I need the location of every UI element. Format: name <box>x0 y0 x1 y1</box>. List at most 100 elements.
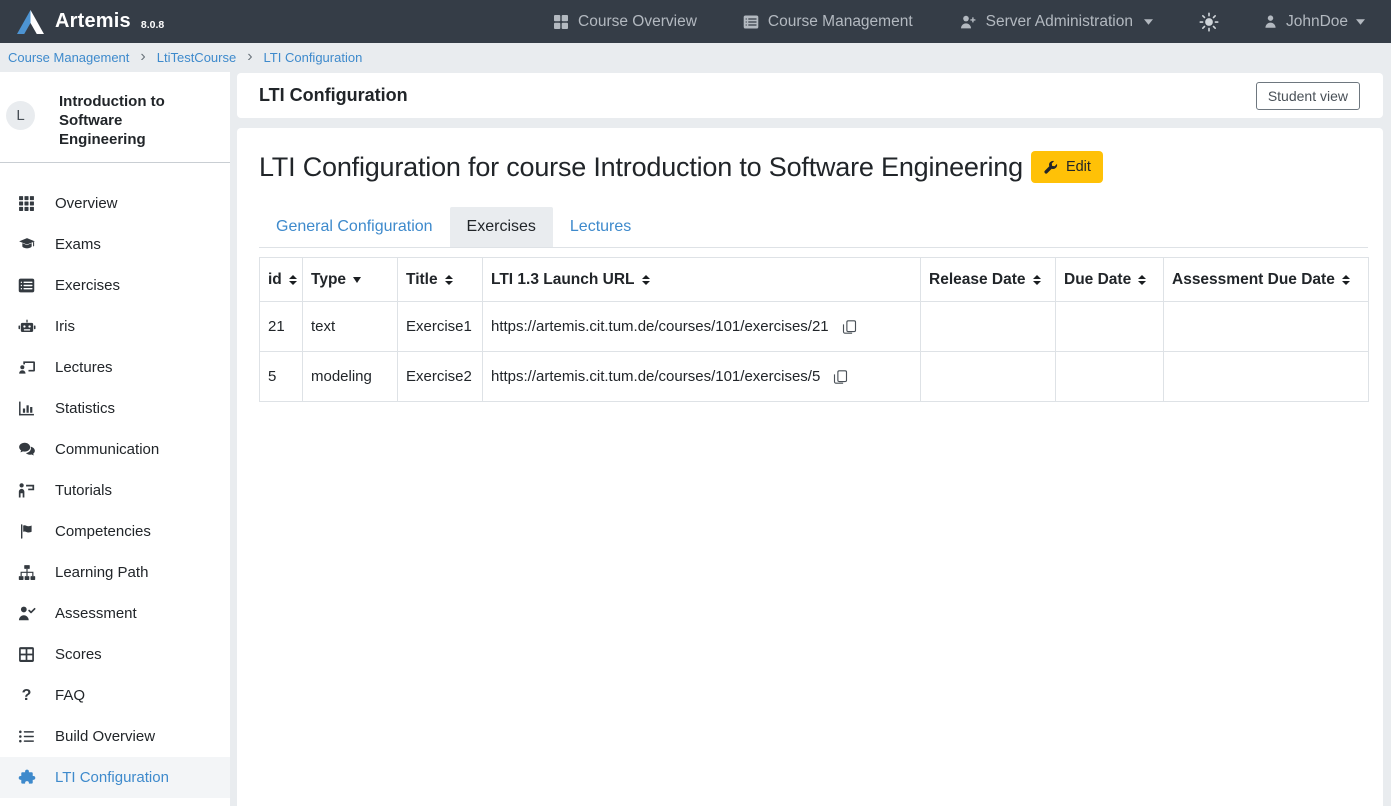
nav-label: Server Administration <box>986 13 1133 31</box>
sidebar-menu: Overview Exams Exercises <box>0 163 230 798</box>
section-heading-row: LTI Configuration for course Introductio… <box>259 151 1368 183</box>
column-label: LTI 1.3 Launch URL <box>491 271 635 289</box>
launch-url-text: https://artemis.cit.tum.de/courses/101/e… <box>491 368 820 385</box>
sidebar-item-label: Communication <box>55 441 159 458</box>
column-header-due-date[interactable]: Due Date <box>1056 258 1164 302</box>
user-name: JohnDoe <box>1286 13 1348 31</box>
sidebar-item-exercises[interactable]: Exercises <box>0 265 230 306</box>
sitemap-icon <box>16 564 37 581</box>
column-header-title[interactable]: Title <box>398 258 483 302</box>
copy-url-button[interactable] <box>842 319 857 335</box>
edit-button[interactable]: Edit <box>1031 151 1103 183</box>
graduation-cap-icon <box>16 236 37 253</box>
sidebar-item-label: Scores <box>55 646 102 663</box>
column-header-type[interactable]: Type <box>303 258 398 302</box>
sort-icon <box>1342 275 1350 285</box>
sidebar-item-label: Iris <box>55 318 75 335</box>
chart-column-icon <box>16 400 37 417</box>
sidebar-item-scores[interactable]: Scores <box>0 634 230 675</box>
flag-icon <box>16 523 37 540</box>
table-list-icon <box>16 277 37 294</box>
sidebar-item-tutorials[interactable]: Tutorials <box>0 470 230 511</box>
page-header-card: LTI Configuration Student view <box>237 73 1383 118</box>
list-ul-icon <box>16 728 37 745</box>
sidebar-item-communication[interactable]: Communication <box>0 429 230 470</box>
nav-right: JohnDoe <box>1199 12 1375 32</box>
brand-name: Artemis <box>55 10 131 33</box>
comments-icon <box>16 441 37 458</box>
sidebar-item-label: LTI Configuration <box>55 769 169 786</box>
column-label: Title <box>406 271 438 289</box>
column-header-assessment-due-date[interactable]: Assessment Due Date <box>1164 258 1369 302</box>
exercises-table: id Type Title LTI 1.3 Launch URL <box>259 257 1369 402</box>
sort-icon <box>1138 275 1146 285</box>
sidebar-item-label: Tutorials <box>55 482 112 499</box>
nav-course-overview[interactable]: Course Overview <box>553 13 697 31</box>
brand[interactable]: Artemis 8.0.8 <box>16 9 164 35</box>
cell-id: 5 <box>260 352 303 402</box>
sidebar-item-statistics[interactable]: Statistics <box>0 388 230 429</box>
column-header-release-date[interactable]: Release Date <box>921 258 1056 302</box>
nav-links: Course Overview Course Management <box>553 13 1153 31</box>
sort-icon <box>1033 275 1041 285</box>
sidebar-item-lectures[interactable]: Lectures <box>0 347 230 388</box>
caret-down-icon <box>1144 19 1153 25</box>
cell-release-date <box>921 352 1056 402</box>
sidebar-item-learning-path[interactable]: Learning Path <box>0 552 230 593</box>
table-list-icon <box>743 14 759 30</box>
lti-configuration-card: LTI Configuration for course Introductio… <box>237 128 1383 806</box>
sidebar-item-label: Lectures <box>55 359 113 376</box>
main-content: LTI Configuration Student view LTI Confi… <box>237 73 1383 806</box>
cell-release-date <box>921 302 1056 352</box>
sidebar-item-label: Exams <box>55 236 101 253</box>
user-icon <box>1263 14 1278 29</box>
person-chalkboard-icon <box>16 482 37 499</box>
sort-icon <box>642 275 650 285</box>
brand-version: 8.0.8 <box>141 19 164 31</box>
tab-bar: General Configuration Exercises Lectures <box>259 207 1368 248</box>
tab-general-configuration[interactable]: General Configuration <box>259 207 450 247</box>
section-heading: LTI Configuration for course Introductio… <box>259 152 1023 183</box>
cell-title: Exercise1 <box>398 302 483 352</box>
question-icon: ? <box>16 687 37 705</box>
sidebar-item-faq[interactable]: ? FAQ <box>0 675 230 716</box>
sidebar-item-label: Build Overview <box>55 728 155 745</box>
tab-lectures[interactable]: Lectures <box>553 207 648 247</box>
nav-label: Course Overview <box>578 13 697 31</box>
sidebar-item-build-overview[interactable]: Build Overview <box>0 716 230 757</box>
column-header-id[interactable]: id <box>260 258 303 302</box>
table-cells-large-icon <box>553 14 569 30</box>
column-label: Assessment Due Date <box>1172 271 1335 289</box>
nav-server-administration[interactable]: Server Administration <box>959 13 1153 31</box>
caret-down-icon <box>1356 19 1365 25</box>
breadcrumb: Course Management › LtiTestCourse › LTI … <box>0 43 1391 72</box>
sidebar-item-label: Exercises <box>55 277 120 294</box>
sidebar-item-lti-configuration[interactable]: LTI Configuration <box>0 757 230 798</box>
sun-icon[interactable] <box>1199 12 1219 32</box>
nav-label: Course Management <box>768 13 913 31</box>
page-title: LTI Configuration <box>259 85 408 106</box>
column-label: Release Date <box>929 271 1026 289</box>
top-navbar: Artemis 8.0.8 Course Overview <box>0 0 1391 43</box>
sidebar-item-overview[interactable]: Overview <box>0 183 230 224</box>
copy-url-button[interactable] <box>833 369 848 385</box>
cell-launch-url: https://artemis.cit.tum.de/courses/101/e… <box>483 352 921 402</box>
sidebar-item-iris[interactable]: Iris <box>0 306 230 347</box>
sort-desc-icon <box>353 277 361 283</box>
breadcrumb-lti-configuration[interactable]: LTI Configuration <box>264 50 363 65</box>
sidebar-item-label: FAQ <box>55 687 85 704</box>
cell-id: 21 <box>260 302 303 352</box>
nav-course-management[interactable]: Course Management <box>743 13 913 31</box>
breadcrumb-course[interactable]: LtiTestCourse <box>157 50 236 65</box>
tab-exercises[interactable]: Exercises <box>450 207 553 247</box>
course-header: L Introduction to Software Engineering <box>0 72 230 163</box>
sidebar-item-assessment[interactable]: Assessment <box>0 593 230 634</box>
breadcrumb-course-management[interactable]: Course Management <box>8 50 129 65</box>
course-title: Introduction to Software Engineering <box>59 92 189 149</box>
user-menu[interactable]: JohnDoe <box>1263 13 1365 31</box>
sidebar-item-competencies[interactable]: Competencies <box>0 511 230 552</box>
cell-launch-url: https://artemis.cit.tum.de/courses/101/e… <box>483 302 921 352</box>
sidebar-item-exams[interactable]: Exams <box>0 224 230 265</box>
student-view-button[interactable]: Student view <box>1256 82 1360 110</box>
column-header-launch-url[interactable]: LTI 1.3 Launch URL <box>483 258 921 302</box>
